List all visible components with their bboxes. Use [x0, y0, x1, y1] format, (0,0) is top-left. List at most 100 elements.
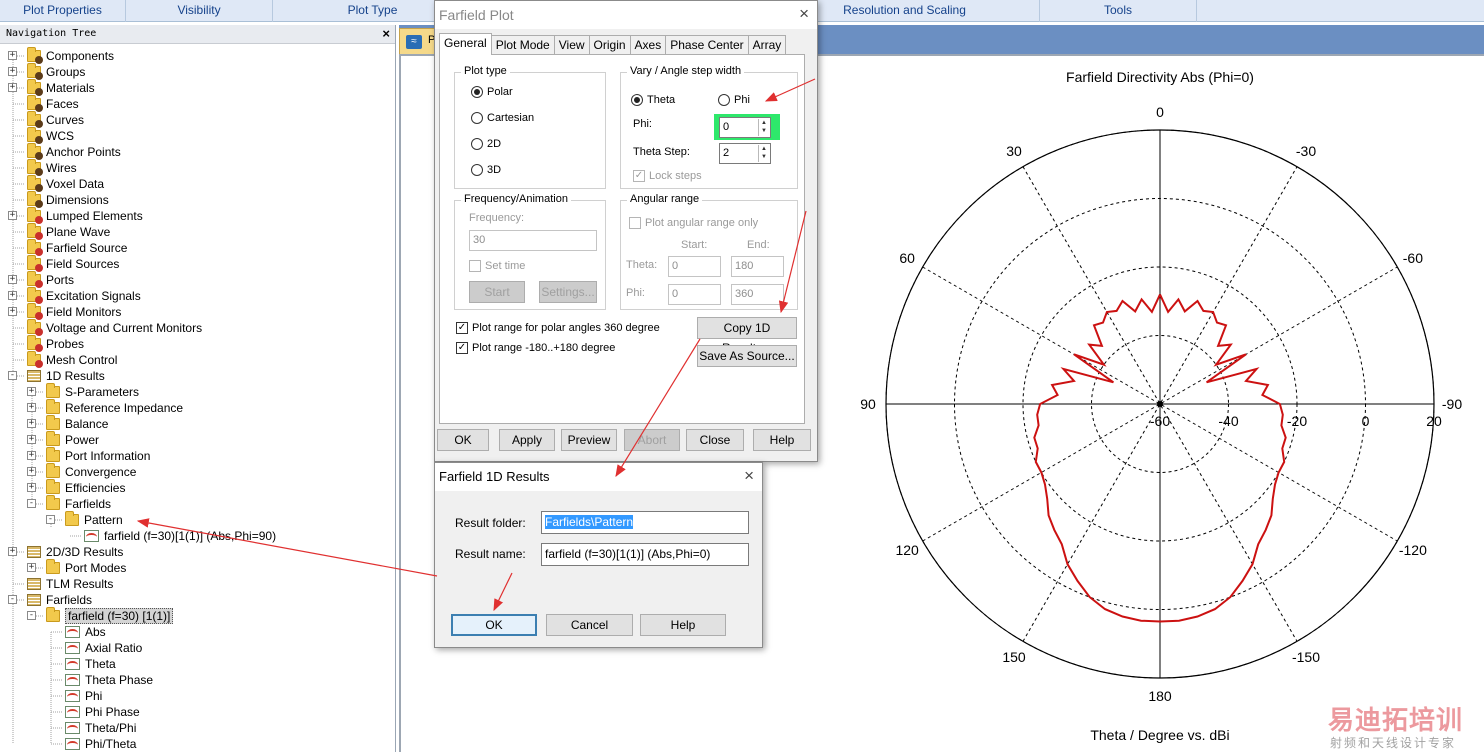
tab-array[interactable]: Array	[747, 35, 787, 55]
radio-3d[interactable]: 3D	[471, 164, 501, 176]
phi-start-input[interactable]: 0	[668, 284, 721, 305]
frequency-input[interactable]: 30	[469, 230, 597, 251]
theta-start-input[interactable]: 0	[668, 256, 721, 277]
tab-farfield-plot[interactable]: ≈ P	[399, 28, 439, 54]
tree-item-pattern[interactable]: - Pattern	[46, 511, 123, 528]
expand-icon[interactable]: +	[8, 275, 17, 284]
tree-item-power[interactable]: + Power	[27, 431, 99, 448]
tree-item-port-information[interactable]: + Port Information	[27, 447, 150, 464]
tree-item-reference-impedance[interactable]: + Reference Impedance	[27, 399, 183, 416]
tree-item-groups[interactable]: + Groups	[8, 63, 85, 80]
abort-button[interactable]: Abort	[624, 429, 680, 451]
tree-item-phi-theta[interactable]: Phi/Theta	[65, 736, 136, 752]
spinner-icon[interactable]: ▲ ▼	[758, 145, 769, 162]
lock-steps-checkbox[interactable]: ✓ Lock steps	[633, 170, 702, 182]
tree-item-farfields[interactable]: - Farfields	[27, 495, 111, 512]
tab-origin[interactable]: Origin	[588, 35, 631, 55]
copy-1d-results-button[interactable]: Copy 1D Results...	[697, 317, 797, 355]
tree-item-abs[interactable]: Abs	[65, 624, 106, 640]
radio-cartesian[interactable]: Cartesian	[471, 112, 534, 124]
phi-end-input[interactable]: 360	[731, 284, 784, 305]
radio-phi[interactable]: Phi	[718, 94, 750, 106]
tree-item-farfield-f-30-1-1-abs-phi-90[interactable]: farfield (f=30)[1(1)] (Abs,Phi=90)	[84, 528, 276, 544]
help-button[interactable]: Help	[640, 614, 726, 636]
tree-item-farfield-source[interactable]: Farfield Source	[27, 239, 127, 256]
close-button[interactable]: Close	[686, 429, 744, 451]
tab-axes[interactable]: Axes	[629, 35, 667, 55]
apply-button[interactable]: Apply	[499, 429, 555, 451]
tree-item-1d-results[interactable]: - 1D Results	[8, 368, 105, 384]
help-button[interactable]: Help	[753, 429, 811, 451]
tree-item-voxel-data[interactable]: Voxel Data	[27, 175, 104, 192]
close-icon[interactable]: ×	[744, 466, 754, 486]
range-180-checkbox[interactable]: ✓ Plot range -180..+180 degree	[456, 342, 615, 354]
collapse-icon[interactable]: -	[8, 595, 17, 604]
expand-icon[interactable]: +	[27, 387, 36, 396]
expand-icon[interactable]: +	[8, 67, 17, 76]
expand-icon[interactable]: +	[27, 435, 36, 444]
expand-icon[interactable]: +	[27, 483, 36, 492]
expand-icon[interactable]: +	[8, 291, 17, 300]
expand-icon[interactable]: +	[8, 547, 17, 556]
theta-step-input[interactable]: 2 ▲ ▼	[719, 143, 771, 164]
ok-button[interactable]: OK	[451, 614, 537, 636]
plot-angular-range-checkbox[interactable]: Plot angular range only	[629, 217, 758, 229]
tree-item-lumped-elements[interactable]: + Lumped Elements	[8, 207, 143, 224]
close-icon[interactable]: ×	[382, 26, 390, 42]
tree-item-excitation-signals[interactable]: + Excitation Signals	[8, 287, 141, 304]
tree-item-probes[interactable]: Probes	[27, 335, 84, 352]
polar-360-checkbox[interactable]: ✓ Plot range for polar angles 360 degree	[456, 322, 660, 334]
radio-polar[interactable]: Polar	[471, 86, 513, 98]
ribbon-tab-visibility[interactable]: Visibility	[126, 0, 273, 22]
cancel-button[interactable]: Cancel	[546, 614, 633, 636]
tree-item-materials[interactable]: + Materials	[8, 79, 95, 96]
expand-icon[interactable]: +	[27, 403, 36, 412]
preview-button[interactable]: Preview	[561, 429, 617, 451]
tree-item-port-modes[interactable]: + Port Modes	[27, 559, 126, 576]
dialog-titlebar[interactable]: Farfield Plot ×	[435, 1, 817, 29]
start-button[interactable]: Start	[469, 281, 525, 303]
tree-item-wires[interactable]: Wires	[27, 159, 77, 176]
collapse-icon[interactable]: -	[27, 499, 36, 508]
tree-item-s-parameters[interactable]: + S-Parameters	[27, 383, 139, 400]
tree-item-theta-phase[interactable]: Theta Phase	[65, 672, 153, 688]
expand-icon[interactable]: +	[27, 563, 36, 572]
tree-item-convergence[interactable]: + Convergence	[27, 463, 136, 480]
save-as-source-button[interactable]: Save As Source...	[697, 345, 797, 367]
tree-item-phi[interactable]: Phi	[65, 688, 102, 704]
set-time-checkbox[interactable]: Set time	[469, 260, 525, 272]
tree-item-balance[interactable]: + Balance	[27, 415, 108, 432]
tree-item-plane-wave[interactable]: Plane Wave	[27, 223, 110, 240]
expand-icon[interactable]: +	[8, 51, 17, 60]
tree-item-components[interactable]: + Components	[8, 47, 114, 64]
tree-item-field-sources[interactable]: Field Sources	[27, 255, 119, 272]
tab-phase-center[interactable]: Phase Center	[665, 35, 749, 55]
ribbon-tab-plot-properties[interactable]: Plot Properties	[0, 0, 126, 22]
tree-item-phi-phase[interactable]: Phi Phase	[65, 704, 140, 720]
ribbon-tab-tools[interactable]: Tools	[1040, 0, 1197, 22]
expand-icon[interactable]: +	[27, 467, 36, 476]
tree-item-mesh-control[interactable]: Mesh Control	[27, 351, 117, 368]
settings-button[interactable]: Settings...	[539, 281, 597, 303]
result-folder-input[interactable]: Farfields\Pattern	[541, 511, 749, 534]
tree-item-faces[interactable]: Faces	[27, 95, 79, 112]
tab-plot-mode[interactable]: Plot Mode	[490, 35, 555, 55]
tree-item-farfield-f-30-1-1[interactable]: - farfield (f=30) [1(1)]	[27, 607, 174, 624]
tree-item-ports[interactable]: + Ports	[8, 271, 74, 288]
tree-item-curves[interactable]: Curves	[27, 111, 84, 128]
tree-item-axial-ratio[interactable]: Axial Ratio	[65, 640, 142, 656]
collapse-icon[interactable]: -	[27, 611, 36, 620]
tab-general[interactable]: General	[439, 33, 492, 55]
tree-item-theta-phi[interactable]: Theta/Phi	[65, 720, 136, 736]
expand-icon[interactable]: +	[27, 451, 36, 460]
tab-view[interactable]: View	[553, 35, 590, 55]
tree-item-wcs[interactable]: WCS	[27, 127, 74, 144]
tree-item-anchor-points[interactable]: Anchor Points	[27, 143, 121, 160]
expand-icon[interactable]: +	[8, 83, 17, 92]
tree-item-efficiencies[interactable]: + Efficiencies	[27, 479, 125, 496]
theta-end-input[interactable]: 180	[731, 256, 784, 277]
expand-icon[interactable]: +	[27, 419, 36, 428]
tree-item-voltage-and-current-monitors[interactable]: Voltage and Current Monitors	[27, 319, 202, 336]
dialog-titlebar[interactable]: Farfield 1D Results ×	[435, 463, 762, 491]
radio-2d[interactable]: 2D	[471, 138, 501, 150]
